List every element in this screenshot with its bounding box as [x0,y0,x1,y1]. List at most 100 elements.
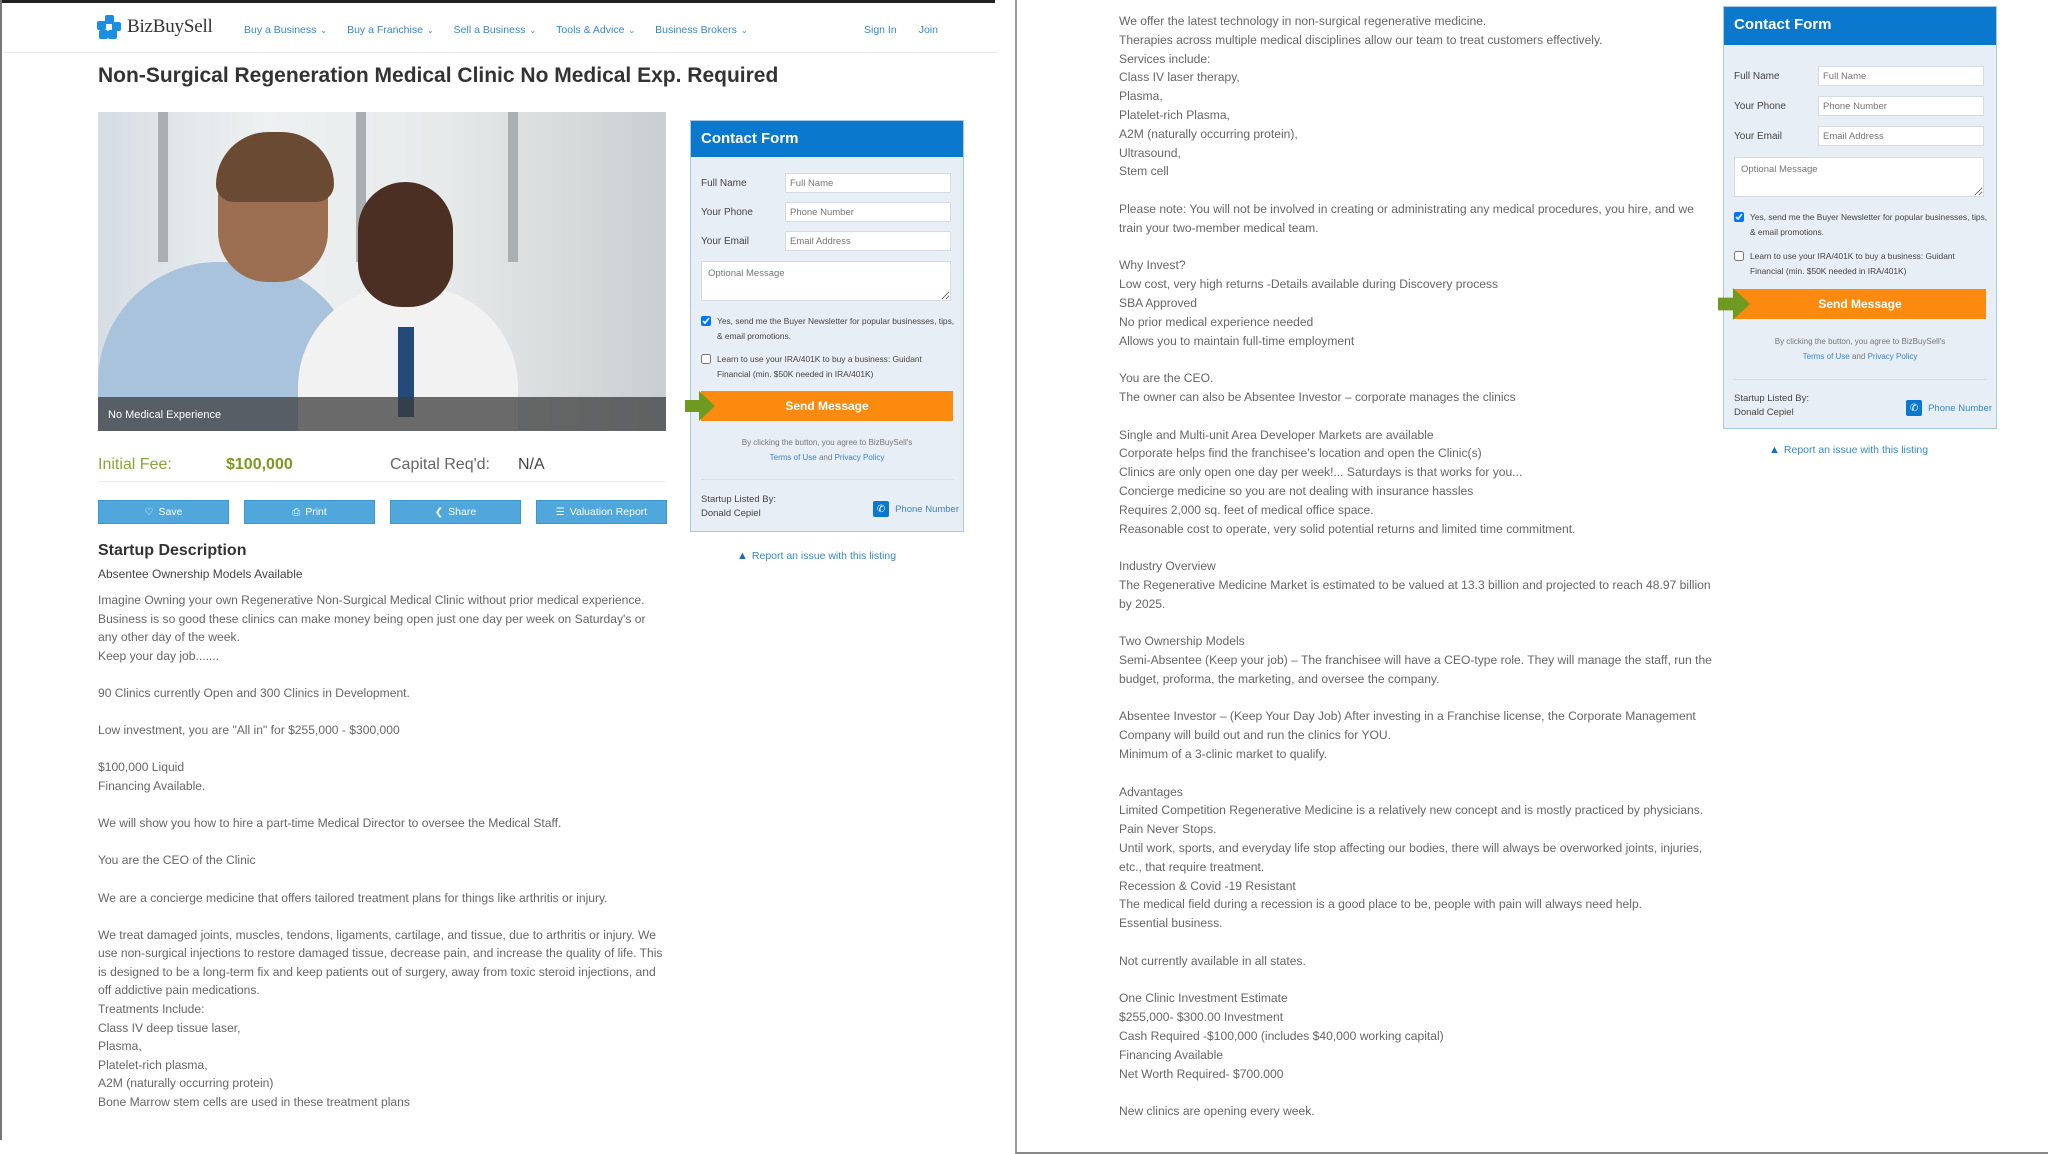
message-textarea[interactable] [701,261,951,301]
brand-logo[interactable]: BizBuySell [97,15,213,39]
description-line: Limited Competition Regenerative Medicin… [1119,803,1704,818]
description-line: We offer the latest technology in non-su… [1119,14,1487,28]
description-line [1119,407,1719,426]
send-message-button[interactable]: Send Message [1734,289,1986,319]
financials-row: Initial Fee: $100,000 Capital Req'd: N/A [98,448,666,482]
description-line [1119,971,1719,990]
share-button[interactable]: ❮ Share [390,500,521,524]
phone-input[interactable] [1818,96,1984,116]
description-line: Please note: You will not be involved in… [1119,201,1694,235]
description-line: One Clinic Investment Estimate [1119,991,1288,1006]
description-line: $255,000- $300.00 Investment [1119,1010,1284,1025]
privacy-policy-link[interactable]: Privacy Policy [1868,352,1918,361]
full-name-input[interactable] [1818,66,1984,86]
nav-label: Business Brokers [655,24,737,36]
contact-form-title: Contact Form [691,121,963,157]
green-arrow-icon [685,391,715,421]
agreement-links: Terms of Use and Privacy Policy [691,450,963,465]
photo-doctor-head [358,182,453,307]
terms-of-use-link[interactable]: Terms of Use [1803,352,1850,361]
listing-page-top: BizBuySell Buy a Business ⌄ Buy a Franchi… [0,0,998,1140]
description-line: Minimum of a 3-clinic market to qualify. [1119,747,1328,762]
description-subheading: Absentee Ownership Models Available [98,567,303,581]
phone-number-link[interactable]: ✆ Phone Number [1906,400,1992,416]
ira-label: Learn to use your IRA/401K to buy a busi… [1750,251,1955,276]
heart-icon: ♡ [144,506,154,518]
description-line: Corporate helps find the franchisee's lo… [1119,446,1482,461]
description-line: Services include: [1119,51,1211,66]
ira-checkbox[interactable] [1734,251,1744,261]
full-name-label: Full Name [701,177,747,189]
description-line: Reasonable cost to operate, very solid p… [1119,521,1576,536]
newsletter-checkbox[interactable] [1734,212,1744,222]
phone-input[interactable] [785,202,951,222]
full-name-input[interactable] [785,173,951,193]
nav-buy-a-business[interactable]: Buy a Business ⌄ [244,24,327,36]
description-line [98,870,668,889]
and-text: and [818,453,833,462]
nav-label: Tools & Advice [556,24,625,36]
description-line [1119,689,1719,708]
email-input[interactable] [1818,126,1984,146]
description-heading: Startup Description [98,542,247,559]
description-line: Low investment, you are "All in" for $25… [98,723,400,738]
listing-actions: ♡ Save ⎙ Print ❮ Share ☰ Valuation Report [98,500,667,524]
terms-of-use-link[interactable]: Terms of Use [770,453,817,462]
report-issue-link[interactable]: ▲ Report an issue with this listing [737,550,896,562]
description-line: Treatments Include: [98,1002,205,1017]
print-label: Print [305,506,327,518]
full-name-label: Full Name [1734,70,1780,82]
description-line [1119,181,1719,200]
email-label: Your Email [1734,130,1782,142]
phone-number-label: Phone Number [895,503,959,515]
contact-form-sticky: Contact Form Full Name Your Phone Your E… [1718,6,1997,429]
chevron-down-icon: ⌄ [740,25,748,35]
capital-required-value: N/A [518,455,545,473]
save-button[interactable]: ♡ Save [98,500,229,524]
sign-in-link[interactable]: Sign In [864,24,897,36]
privacy-policy-link[interactable]: Privacy Policy [835,453,885,462]
description-line: A2M (naturally occurring protein) [98,1076,274,1091]
description-line: SBA Approved [1119,295,1197,310]
description-line [98,796,668,815]
listing-photo[interactable]: No Medical Experience [98,112,666,431]
ira-checkbox[interactable] [701,354,711,364]
chevron-down-icon: ⌄ [426,25,434,35]
description-line: You are the CEO of the Clinic [98,853,256,868]
nav-business-brokers[interactable]: Business Brokers ⌄ [655,24,747,36]
report-list-icon: ☰ [555,506,565,518]
nav-tools-advice[interactable]: Tools & Advice ⌄ [556,24,635,36]
phone-number-link[interactable]: ✆ Phone Number [873,501,959,517]
chevron-down-icon: ⌄ [529,25,537,35]
description-line: Single and Multi-unit Area Developer Mar… [1119,427,1434,442]
valuation-report-button[interactable]: ☰ Valuation Report [536,500,667,524]
description-line: We will show you how to hire a part-time… [98,816,562,831]
share-icon: ❮ [434,506,444,518]
description-body-continued: We offer the latest technology in non-su… [1119,12,1719,1121]
description-line: We treat damaged joints, muscles, tendon… [98,927,663,998]
report-issue-link[interactable]: ▲ Report an issue with this listing [1769,444,1928,456]
send-message-button[interactable]: Send Message [701,391,953,421]
nav-buy-a-franchise[interactable]: Buy a Franchise ⌄ [347,24,434,36]
email-row: Your Email [701,231,951,251]
description-line [1119,238,1719,257]
print-icon: ⎙ [292,506,301,518]
email-label: Your Email [701,235,749,247]
nav-sell-a-business[interactable]: Sell a Business ⌄ [454,24,537,36]
listed-by: Startup Listed By: Donald Cepiel [1734,392,1809,420]
message-textarea[interactable] [1734,157,1984,197]
newsletter-checkbox[interactable] [701,316,711,326]
description-line: Keep your day job....... [98,648,220,663]
print-button[interactable]: ⎙ Print [244,500,375,524]
description-line: Class IV laser therapy, [1119,70,1240,85]
newsletter-option: Yes, send me the Buyer Newsletter for po… [1734,210,1990,240]
description-line: Advantages [1119,784,1183,799]
email-input[interactable] [785,231,951,251]
main-nav: Buy a Business ⌄ Buy a Franchise ⌄ Sell a … [244,24,748,36]
join-link[interactable]: Join [919,24,938,36]
photo-background [508,112,518,262]
initial-fee-label: Initial Fee: [98,455,172,473]
share-label: Share [448,506,477,518]
agreement-text: By clicking the button, you agree to Biz… [691,435,963,465]
description-line [1119,350,1719,369]
